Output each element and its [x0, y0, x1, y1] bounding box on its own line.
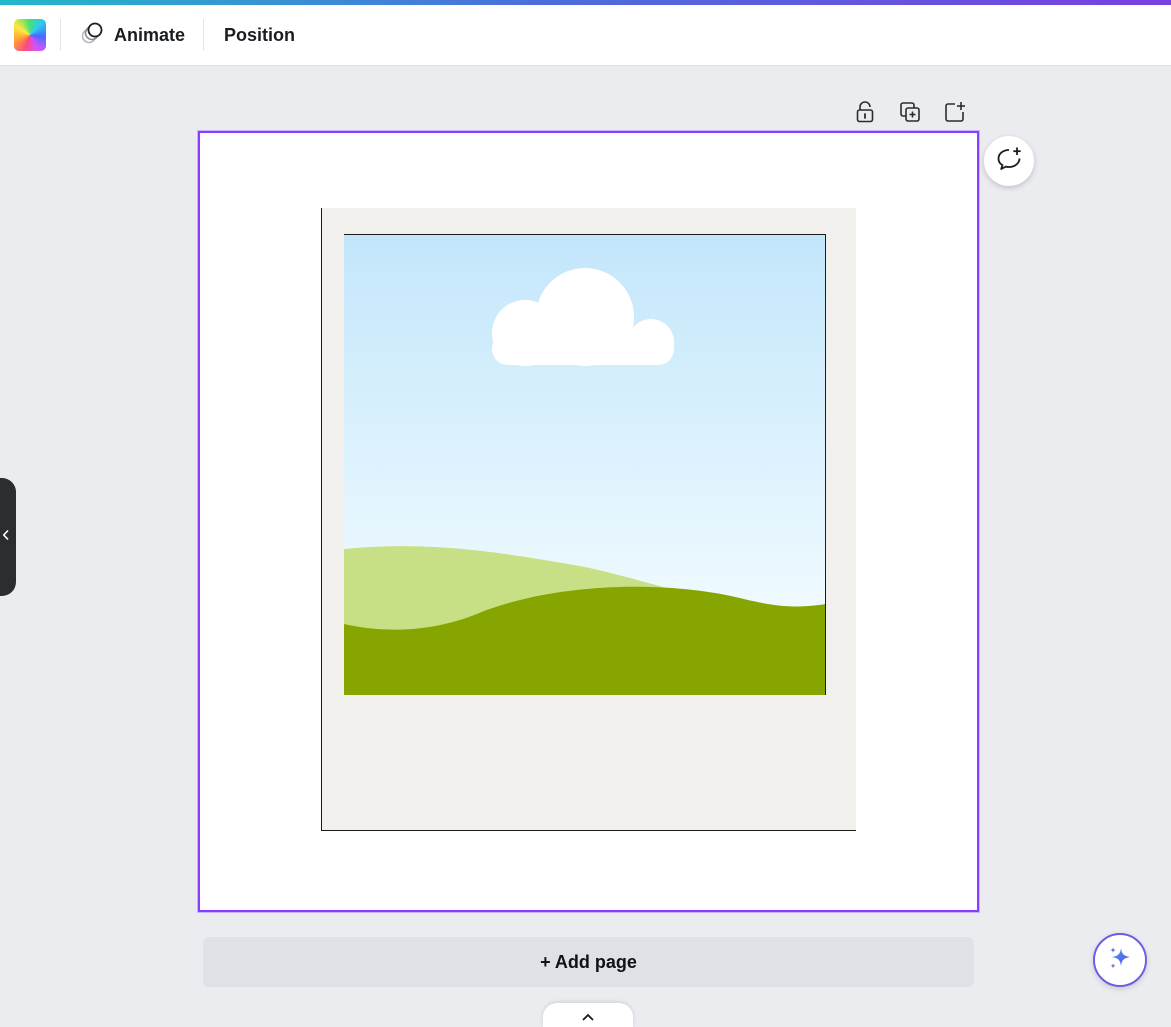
add-page-icon[interactable]: [944, 100, 966, 124]
animate-button[interactable]: Animate: [74, 17, 191, 53]
landscape-illustration[interactable]: [344, 234, 826, 695]
magic-assistant-button[interactable]: [1093, 933, 1147, 987]
animate-circles-icon: [80, 20, 106, 51]
page-actions: [854, 100, 966, 124]
toolbar-divider: [203, 19, 204, 51]
polaroid-frame[interactable]: [321, 208, 856, 831]
duplicate-page-icon[interactable]: [899, 100, 921, 124]
add-comment-icon: [995, 145, 1023, 178]
side-panel-toggle[interactable]: [0, 478, 16, 596]
add-comment-button[interactable]: [984, 136, 1034, 186]
position-button[interactable]: Position: [218, 17, 301, 53]
color-picker-icon[interactable]: [14, 19, 46, 51]
editor-toolbar: Animate Position: [0, 5, 1171, 66]
chevron-left-icon: [2, 528, 10, 546]
animate-label: Animate: [114, 24, 186, 45]
add-page-label: + Add page: [540, 951, 637, 972]
page-navigator-toggle[interactable]: [543, 1003, 633, 1027]
chevron-up-icon: [581, 1008, 595, 1027]
design-page[interactable]: [197, 130, 980, 913]
unlock-icon[interactable]: [854, 100, 876, 124]
toolbar-divider: [60, 19, 61, 51]
sparkle-icon: [1106, 944, 1134, 977]
add-page-button[interactable]: + Add page: [203, 937, 974, 987]
position-label: Position: [224, 24, 295, 45]
